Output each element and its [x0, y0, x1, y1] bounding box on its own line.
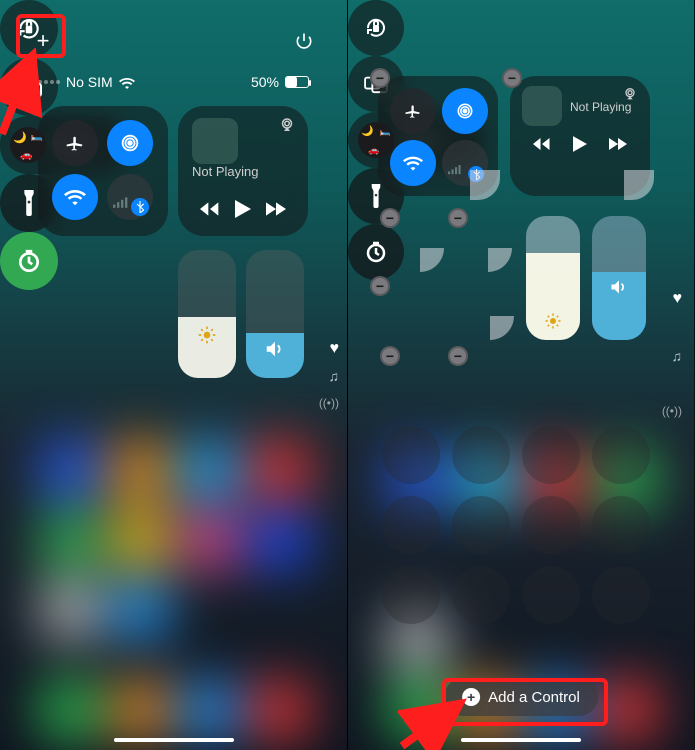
- plus-circle-icon: +: [462, 688, 480, 706]
- empty-slot[interactable]: [592, 426, 650, 484]
- wifi-icon: [64, 188, 86, 206]
- album-art-placeholder: [192, 118, 238, 164]
- cellular-signal-icon: [38, 80, 60, 84]
- remove-badge[interactable]: −: [370, 68, 390, 88]
- airplane-mode-toggle[interactable]: [52, 120, 98, 166]
- media-status-label: Not Playing: [192, 164, 294, 179]
- empty-slot[interactable]: [382, 426, 440, 484]
- add-button[interactable]: +: [28, 26, 58, 56]
- empty-slot-grid: [382, 426, 650, 624]
- music-glyph: ♫: [672, 348, 683, 364]
- music-glyph: ♫: [329, 368, 340, 384]
- minus-icon: −: [508, 70, 516, 86]
- forward-icon[interactable]: [266, 202, 286, 216]
- media-module[interactable]: Not Playing: [178, 106, 308, 236]
- carrier-label: No SIM: [66, 74, 113, 90]
- airdrop-icon: [455, 101, 475, 121]
- airplane-icon: [65, 133, 85, 153]
- brightness-icon: [544, 312, 562, 330]
- remove-badge[interactable]: −: [448, 346, 468, 366]
- minus-icon: −: [376, 278, 384, 294]
- status-bar: No SIM 50%: [0, 74, 347, 90]
- empty-slot[interactable]: [522, 496, 580, 554]
- wifi-toggle[interactable]: [390, 140, 436, 186]
- remove-badge[interactable]: −: [448, 208, 468, 228]
- battery-icon: [285, 76, 309, 88]
- empty-slot[interactable]: [522, 566, 580, 624]
- cellular-bluetooth-toggle[interactable]: [107, 174, 153, 220]
- empty-slot[interactable]: [382, 566, 440, 624]
- rewind-icon[interactable]: [533, 138, 551, 150]
- empty-slot[interactable]: [592, 566, 650, 624]
- plus-icon: +: [37, 28, 50, 54]
- speaker-icon: [264, 339, 286, 359]
- remove-badge[interactable]: −: [502, 68, 522, 88]
- brightness-icon: [197, 325, 217, 345]
- add-control-button[interactable]: + Add a Control: [444, 678, 598, 716]
- airplane-mode-toggle[interactable]: [390, 88, 436, 134]
- favorites-glyph: ♥: [673, 290, 683, 308]
- minus-icon: −: [376, 70, 384, 86]
- power-icon: [294, 31, 314, 51]
- cellular-icon: [113, 196, 129, 210]
- empty-slot[interactable]: [522, 426, 580, 484]
- airdrop-icon: [119, 132, 141, 154]
- add-control-label: Add a Control: [488, 689, 580, 706]
- control-center-view: + No SIM 50%: [0, 0, 347, 750]
- focus-icon: 🌙 🛏️ 🚗: [358, 122, 394, 158]
- focus-icon: 🌙 🛏️ 🚗: [10, 127, 46, 163]
- forward-icon[interactable]: [609, 138, 627, 150]
- airdrop-toggle[interactable]: [107, 120, 153, 166]
- minus-icon: −: [386, 210, 394, 226]
- empty-slot[interactable]: [592, 496, 650, 554]
- wifi-icon: [119, 77, 135, 89]
- bluetooth-icon: [136, 201, 144, 213]
- minus-icon: −: [454, 210, 462, 226]
- minus-icon: −: [454, 348, 462, 364]
- minus-icon: −: [386, 348, 394, 364]
- airdrop-toggle[interactable]: [442, 88, 488, 134]
- hotspot-glyph: ((•)): [319, 396, 339, 410]
- home-indicator[interactable]: [461, 738, 581, 742]
- airplay-icon[interactable]: [278, 116, 296, 134]
- remove-badge[interactable]: −: [380, 346, 400, 366]
- brightness-slider[interactable]: [526, 216, 580, 340]
- empty-slot[interactable]: [452, 426, 510, 484]
- remove-badge[interactable]: −: [370, 276, 390, 296]
- empty-slot[interactable]: [382, 496, 440, 554]
- battery-percentage: 50%: [251, 74, 279, 90]
- speaker-icon: [609, 278, 629, 296]
- volume-slider[interactable]: [246, 250, 304, 378]
- play-icon[interactable]: [573, 136, 587, 152]
- remove-badge[interactable]: −: [380, 208, 400, 228]
- cellular-icon: [448, 164, 462, 176]
- hotspot-glyph: ((•)): [662, 404, 682, 418]
- favorites-glyph: ♥: [330, 340, 340, 358]
- empty-slot[interactable]: [452, 496, 510, 554]
- empty-slot[interactable]: [452, 566, 510, 624]
- airplane-icon: [404, 102, 422, 120]
- volume-slider[interactable]: [592, 216, 646, 340]
- control-center-edit-view: − Not Playing − − −: [347, 0, 694, 750]
- album-art-placeholder: [522, 86, 562, 126]
- power-button[interactable]: [289, 26, 319, 56]
- connectivity-module[interactable]: [38, 106, 168, 236]
- home-indicator[interactable]: [114, 738, 234, 742]
- media-status-label: Not Playing: [570, 100, 638, 114]
- rewind-icon[interactable]: [200, 202, 220, 216]
- play-icon[interactable]: [235, 200, 251, 218]
- wifi-icon: [403, 155, 423, 171]
- wifi-toggle[interactable]: [52, 174, 98, 220]
- brightness-slider[interactable]: [178, 250, 236, 378]
